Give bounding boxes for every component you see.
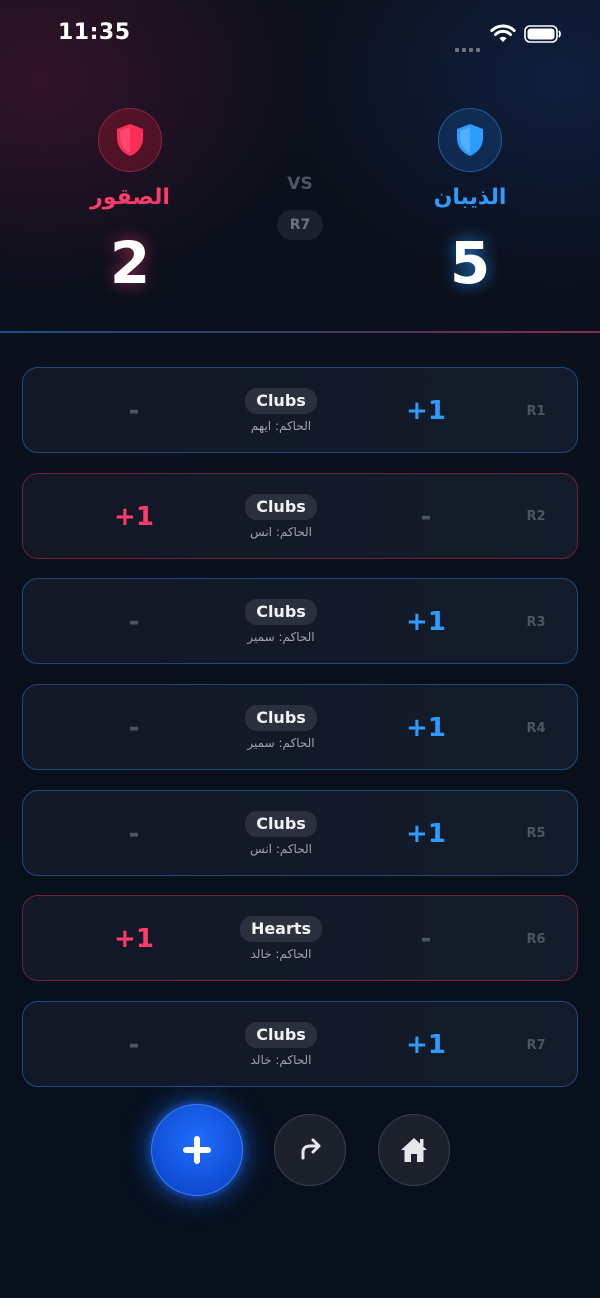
redo-button[interactable] <box>274 1114 346 1186</box>
left-team-points: - <box>128 818 140 849</box>
home-icon <box>401 1138 427 1162</box>
round-info: Clubs الحاكم: انس <box>201 493 361 539</box>
suit-badge: Clubs <box>245 493 317 520</box>
round-number: R3 <box>526 614 546 630</box>
round-info: Clubs الحاكم: سمير <box>201 599 361 644</box>
right-team-points: +1 <box>406 713 446 744</box>
right-team-points: - <box>420 924 432 955</box>
battery-icon <box>524 25 561 43</box>
team-left-score: 2 <box>109 229 151 297</box>
suit-badge: Clubs <box>245 388 317 414</box>
team-left: الصقور 2 <box>40 108 220 298</box>
right-team-points: - <box>420 501 432 532</box>
vs-label: VS <box>287 174 313 194</box>
suit-badge: Clubs <box>245 705 317 732</box>
status-bar: 11:35 <box>0 0 600 70</box>
left-team-points: - <box>128 396 140 426</box>
referee-label: الحاكم: سمير <box>247 630 315 645</box>
team-right: الذيبان 5 <box>380 108 560 298</box>
round-row-r1[interactable]: - Clubs الحاكم: ايهم +1 R1 <box>22 367 578 453</box>
bottom-controls <box>0 1104 600 1196</box>
suit-badge: Hearts <box>239 916 323 943</box>
left-team-points: - <box>128 713 140 744</box>
wifi-icon <box>490 24 516 42</box>
header-divider <box>0 331 600 333</box>
add-round-button[interactable] <box>151 1104 243 1196</box>
right-team-points: +1 <box>406 607 446 638</box>
left-team-points: - <box>128 1030 140 1061</box>
left-team-points: +1 <box>114 501 154 532</box>
scoreboard: الصقور 2 VS R7 الذيبان 5 <box>0 90 600 332</box>
round-info: Clubs الحاكم: خالد <box>201 1022 361 1067</box>
referee-label: الحاكم: ايهم <box>250 419 312 433</box>
round-number: R7 <box>526 1037 546 1053</box>
current-round-badge: R7 <box>277 210 323 240</box>
round-info: Hearts الحاكم: خالد <box>201 916 361 961</box>
team-right-score: 5 <box>449 229 491 297</box>
round-row-r5[interactable]: - Clubs الحاكم: انس +1 R5 <box>22 789 578 876</box>
round-row-r2[interactable]: +1 Clubs الحاكم: انس - R2 <box>22 472 578 559</box>
left-team-points: +1 <box>114 924 154 955</box>
round-row-r3[interactable]: - Clubs الحاكم: سمير +1 R3 <box>22 578 578 665</box>
suit-badge: Clubs <box>245 810 317 837</box>
rounds-list: - Clubs الحاكم: ايهم +1 R1 +1 Clubs الحا… <box>22 367 578 1107</box>
redo-arrow-icon <box>301 1138 321 1160</box>
round-info: Clubs الحاكم: انس <box>201 810 361 856</box>
round-info: Clubs الحاكم: سمير <box>201 705 361 750</box>
team-right-name: الذيبان <box>433 185 507 210</box>
left-team-points: - <box>128 607 140 638</box>
team-left-badge <box>98 108 162 172</box>
signal-icon <box>455 37 483 52</box>
team-left-name: الصقور <box>90 185 170 210</box>
referee-label: الحاكم: سمير <box>247 736 315 751</box>
referee-label: الحاكم: انس <box>250 524 312 539</box>
round-info: Clubs الحاكم: ايهم <box>201 388 361 433</box>
round-number: R4 <box>526 720 546 736</box>
round-row-r4[interactable]: - Clubs الحاكم: سمير +1 R4 <box>22 684 578 771</box>
round-row-r7[interactable]: - Clubs الحاكم: خالد +1 R7 <box>22 1001 578 1088</box>
round-number: R2 <box>526 509 546 525</box>
shield-icon <box>117 124 143 156</box>
right-team-points: +1 <box>406 396 446 426</box>
round-number: R1 <box>526 403 546 419</box>
referee-label: الحاكم: خالد <box>250 1053 312 1068</box>
plus-icon <box>183 1136 211 1164</box>
suit-badge: Clubs <box>245 599 317 626</box>
home-button[interactable] <box>378 1114 450 1186</box>
round-row-r6[interactable]: +1 Hearts الحاكم: خالد - R6 <box>22 895 578 982</box>
shield-icon <box>457 124 483 156</box>
round-number: R5 <box>526 826 546 842</box>
suit-badge: Clubs <box>245 1022 317 1049</box>
round-number: R6 <box>526 931 546 947</box>
status-time: 11:35 <box>58 20 131 45</box>
right-team-points: +1 <box>406 1030 446 1061</box>
referee-label: الحاكم: خالد <box>250 947 312 962</box>
right-team-points: +1 <box>406 818 446 849</box>
team-right-badge <box>438 108 502 172</box>
referee-label: الحاكم: انس <box>250 841 312 856</box>
